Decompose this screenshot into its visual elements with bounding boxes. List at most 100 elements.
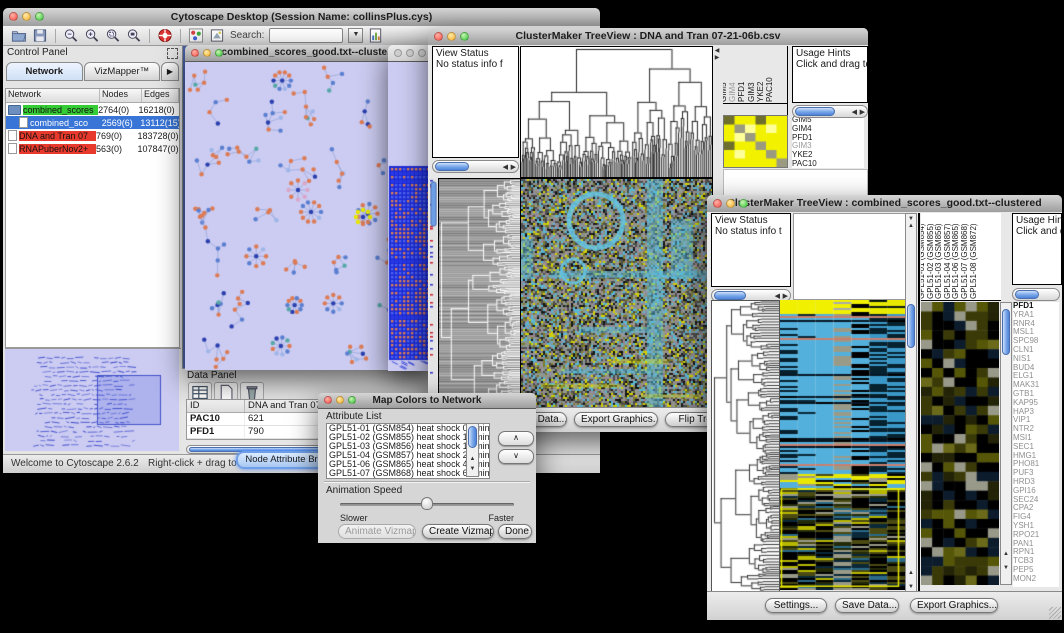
column-dendrogram-canvas[interactable] [520,46,713,178]
scroll-down-icon[interactable]: ▼ [906,584,916,591]
attribute-item[interactable]: GPL51-07 (GSM868) heat shock 60 min [327,469,489,478]
scroll-right-icon[interactable]: ▶ [511,163,516,171]
scroll-up-down-icons[interactable]: ▼▲ [906,216,916,230]
dialog-titlebar[interactable]: Map Colors to Network [318,393,536,409]
create-vizmap-button[interactable]: Create Vizmap [422,524,494,539]
minimize-icon[interactable] [447,32,456,41]
close-icon[interactable] [713,199,722,208]
zoom-out-icon[interactable] [63,28,79,43]
float-panel-icon[interactable] [167,48,178,59]
label-scroll-arrows[interactable]: ◀▶ [713,48,721,62]
minimize-icon[interactable] [336,396,344,404]
array-label[interactable]: PFD1 [738,82,746,102]
zoom-fit-icon[interactable] [126,28,142,43]
export-graphics-button[interactable]: Export Graphics... [910,598,998,613]
array-label[interactable]: GPL51-07 (GSM868) [961,223,969,299]
close-icon[interactable] [324,396,332,404]
scroll-down-icon[interactable]: ▼ [1001,565,1011,572]
usage-hints-hscrollbar[interactable]: ◀ ▶ [792,105,868,118]
scroll-down-icon[interactable]: ▼ [467,466,478,473]
array-label[interactable]: GPL51-08 (GSM872) [970,223,978,299]
slider-thumb[interactable] [421,497,433,510]
tab-overflow-arrow-icon[interactable]: ▶ [161,62,179,81]
scroll-right-icon[interactable]: ▶ [860,108,865,116]
zoom-window-icon[interactable] [215,49,223,57]
array-label[interactable]: YKE2 [757,82,765,102]
scroll-up-icon[interactable]: ▲ [467,456,478,463]
col-nodes[interactable]: Nodes [100,89,142,102]
main-titlebar[interactable]: Cytoscape Desktop (Session Name: collins… [3,8,600,27]
attribute-list-vscrollbar[interactable]: ▲ ▼ [466,423,479,477]
network-name[interactable]: RNAPuberNov2+ [19,144,96,154]
network-overview-canvas[interactable] [5,349,179,451]
zoom-in-icon[interactable] [84,28,100,43]
scrollbar-thumb[interactable] [1002,309,1010,355]
close-icon[interactable] [434,32,443,41]
search-dropdown-icon[interactable]: ▼ [348,28,363,43]
close-icon[interactable] [9,12,18,21]
scroll-up-icon[interactable]: ▲ [1001,551,1011,558]
scrollbar-thumb[interactable] [468,426,477,448]
help-lifering-icon[interactable] [157,28,173,43]
save-session-icon[interactable] [32,28,48,43]
array-label[interactable]: GIM4 [729,82,737,102]
scroll-left-icon[interactable]: ◀ [775,292,780,300]
tab-vizmapper[interactable]: VizMapper™ [84,62,161,81]
minimize-icon[interactable] [203,49,211,57]
gene-label[interactable]: PAC10 [792,160,864,168]
scrollbar-thumb[interactable] [1015,290,1039,299]
zoom-heatmap-canvas[interactable] [921,302,999,585]
col-network[interactable]: Network [6,89,100,102]
network-table-header[interactable]: Network Nodes Edges [6,89,179,103]
zoom-heatmap-canvas[interactable] [723,115,788,168]
global-heatmap-canvas[interactable] [520,178,713,409]
move-down-button[interactable]: ∨ [498,449,534,464]
scrollbar-thumb[interactable] [435,162,469,171]
open-file-icon[interactable] [11,28,27,43]
row-dendrogram-canvas[interactable] [438,178,522,409]
network-table-row[interactable]: RNAPuberNov2+563(0)107847(0) [6,142,179,155]
scroll-left-icon[interactable]: ◀ [503,163,508,171]
network-name[interactable]: DNA and Tran 07 [19,131,96,141]
col-edges[interactable]: Edges [142,89,179,102]
network-table-row[interactable]: combined_scores2764(0)16218(0) [6,103,179,116]
close-icon[interactable] [394,49,402,57]
global-pixel-strip[interactable] [430,178,437,407]
array-label[interactable]: GPL51-03 (GSM856) [935,223,943,299]
zoom-window-icon[interactable] [418,49,426,57]
import-table-icon[interactable] [368,28,384,43]
animate-vizmap-button[interactable]: Animate Vizmap [338,524,416,539]
save-data-button[interactable]: Save Data... [835,598,899,613]
vizmapper-icon[interactable] [188,28,204,43]
network-table-row[interactable]: combined_sco2569(6)13112(15) [6,116,179,129]
global-heatmap-canvas[interactable] [780,300,905,590]
col-id[interactable]: ID [187,400,245,412]
network-name[interactable]: combined_scores [23,105,98,115]
treeview1-titlebar[interactable]: ClusterMaker TreeView : DNA and Tran 07-… [428,28,868,46]
network-name[interactable]: combined_sco [30,118,102,128]
scrollbar-thumb[interactable] [714,291,746,300]
settings-button[interactable]: Settings... [765,598,827,613]
treeview2-titlebar[interactable]: ClusterMaker TreeView : combined_scores_… [707,195,1062,213]
minimize-icon[interactable] [22,12,31,21]
scrollbar-thumb[interactable] [795,107,835,116]
dense-network-canvas[interactable] [388,62,432,371]
zoom-selected-icon[interactable] [105,28,121,43]
minimize-icon[interactable] [726,199,735,208]
inactive-titlebar[interactable] [388,45,432,62]
done-button[interactable]: Done [498,524,532,539]
resize-grip[interactable] [1049,607,1061,619]
array-label[interactable]: GIM3 [748,82,756,102]
zoom-window-icon[interactable] [348,396,356,404]
view-status-hscrollbar[interactable]: ◀ ▶ [432,160,519,173]
zoom-window-icon[interactable] [460,32,469,41]
close-icon[interactable] [191,49,199,57]
zoom-window-icon[interactable] [35,12,44,21]
tab-network[interactable]: Network [6,62,83,81]
scrollbar-thumb[interactable] [907,304,915,348]
search-input[interactable] [269,28,343,43]
scroll-right-icon[interactable]: ▶ [783,292,788,300]
array-label[interactable]: PAC10 [766,77,774,102]
usage-hints-hscrollbar[interactable] [1012,288,1060,301]
network-table-row[interactable]: DNA and Tran 07769(0)183728(0) [6,129,179,142]
